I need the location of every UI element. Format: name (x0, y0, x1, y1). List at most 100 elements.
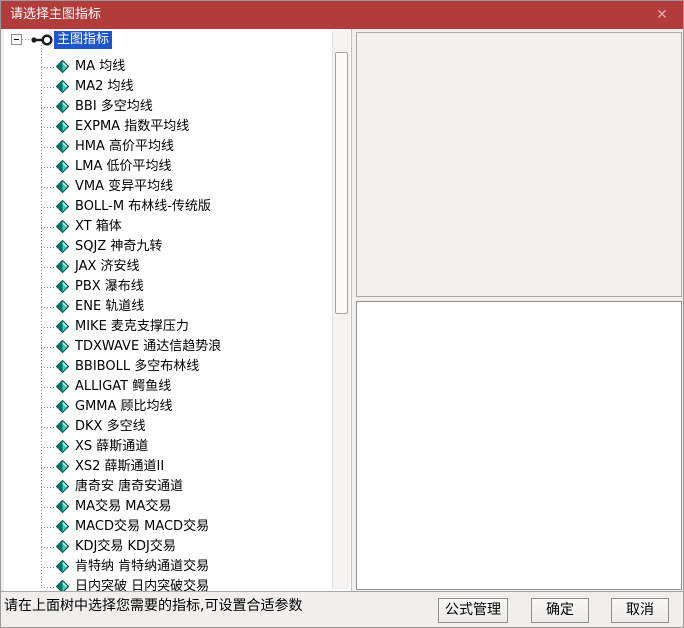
tree-connector-stub (41, 367, 55, 368)
tree-connector-stub (41, 427, 55, 428)
tree-connector-stub (41, 547, 55, 548)
tree-connector-stub (41, 407, 55, 408)
gem-icon (56, 260, 69, 273)
tree-connector-stub (41, 127, 55, 128)
gem-icon (56, 120, 69, 133)
tree-item-label: JAX 济安线 (75, 257, 140, 277)
gem-icon (56, 460, 69, 473)
tree-item[interactable]: SQJZ 神奇九转 (4, 237, 351, 257)
gem-icon (56, 320, 69, 333)
tree-connector-stub (41, 307, 55, 308)
gem-icon (56, 300, 69, 313)
gem-icon (56, 80, 69, 93)
gem-icon (56, 540, 69, 553)
minus-glyph (14, 39, 19, 40)
tree-connector-stub (41, 267, 55, 268)
tree-item-label: MA 均线 (75, 57, 125, 77)
tree-connector-stub (41, 567, 55, 568)
tree-item[interactable]: PBX 瀑布线 (4, 277, 351, 297)
tree-item-label: MA交易 MA交易 (75, 497, 171, 517)
tree-item-label: MA2 均线 (75, 77, 134, 97)
tree-item[interactable]: GMMA 顾比均线 (4, 397, 351, 417)
tree-item-label: LMA 低价平均线 (75, 157, 172, 177)
tree-item[interactable]: MA2 均线 (4, 77, 351, 97)
tree-item[interactable]: LMA 低价平均线 (4, 157, 351, 177)
tree-item-label: 肯特纳 肯特纳通道交易 (75, 557, 209, 577)
tree-connector-stub (41, 247, 55, 248)
close-button[interactable]: ✕ (639, 1, 684, 29)
tree-item[interactable]: BBIBOLL 多空布林线 (4, 357, 351, 377)
gem-icon (56, 200, 69, 213)
status-bar: 请在上面树中选择您需要的指标,可设置合适参数 公式管理 确定 取消 (1, 591, 684, 628)
gem-icon (56, 480, 69, 493)
tree-item[interactable]: BBI 多空均线 (4, 97, 351, 117)
tree-item[interactable]: 唐奇安 唐奇安通道 (4, 477, 351, 497)
tree-item-label: XT 箱体 (75, 217, 122, 237)
tree-item-label: PBX 瀑布线 (75, 277, 144, 297)
tree-scrollbar[interactable] (332, 31, 350, 589)
tree-connector-stub (41, 67, 55, 68)
tree-item-label: MACD交易 MACD交易 (75, 517, 209, 537)
tree-connector-stub (22, 39, 31, 40)
tree-connector-stub (41, 87, 55, 88)
tree-root-row[interactable]: 主图指标 (4, 31, 351, 51)
tree-item-label: ENE 轨道线 (75, 297, 144, 317)
gem-icon (56, 160, 69, 173)
tree-connector-stub (41, 167, 55, 168)
tree-item[interactable]: ALLIGAT 鳄鱼线 (4, 377, 351, 397)
tree-item-label: MIKE 麦克支撑压力 (75, 317, 189, 337)
tree-item[interactable]: DKX 多空线 (4, 417, 351, 437)
tree-item[interactable]: BOLL-M 布林线-传统版 (4, 197, 351, 217)
gem-icon (56, 360, 69, 373)
gem-icon (56, 520, 69, 533)
tree-connector-stub (41, 207, 55, 208)
tree-item[interactable]: XS2 薛斯通道II (4, 457, 351, 477)
dialog-titlebar: 请选择主图指标 ✕ (1, 1, 684, 29)
dialog-title: 请选择主图指标 (10, 1, 101, 29)
tree-connector-stub (41, 467, 55, 468)
gem-icon (56, 340, 69, 353)
gem-icon (56, 60, 69, 73)
gem-icon (56, 500, 69, 513)
close-icon: ✕ (656, 8, 668, 22)
gem-icon (56, 240, 69, 253)
tree-item[interactable]: XS 薛斯通道 (4, 437, 351, 457)
tree-item-label: ALLIGAT 鳄鱼线 (75, 377, 171, 397)
gem-icon (56, 440, 69, 453)
tree-item-label: XS2 薛斯通道II (75, 457, 164, 477)
tree-item[interactable]: MIKE 麦克支撑压力 (4, 317, 351, 337)
gem-icon (56, 220, 69, 233)
tree-item-label: VMA 变异平均线 (75, 177, 173, 197)
tree-item-label: SQJZ 神奇九转 (75, 237, 162, 257)
tree-item[interactable]: 日内突破 日内突破交易 (4, 577, 351, 591)
ok-button[interactable]: 确定 (531, 598, 589, 623)
tree-item[interactable]: HMA 高价平均线 (4, 137, 351, 157)
tree-item-label: GMMA 顾比均线 (75, 397, 173, 417)
tree-item[interactable]: MA 均线 (4, 57, 351, 77)
tree-item[interactable]: ENE 轨道线 (4, 297, 351, 317)
cancel-button[interactable]: 取消 (611, 598, 669, 623)
tree-item-label: BOLL-M 布林线-传统版 (75, 197, 211, 217)
scrollbar-thumb[interactable] (335, 52, 348, 314)
collapse-toggle-icon[interactable] (11, 34, 22, 45)
tree-item[interactable]: 肯特纳 肯特纳通道交易 (4, 557, 351, 577)
status-hint-text: 请在上面树中选择您需要的指标,可设置合适参数 (4, 595, 302, 615)
tree-connector-stub (41, 507, 55, 508)
tree-root-label[interactable]: 主图指标 (54, 31, 112, 49)
indicator-tree[interactable]: 主图指标 MA 均线 MA2 均线 BBI 多空均线 (4, 29, 352, 591)
gem-icon (56, 400, 69, 413)
tree-connector-stub (41, 287, 55, 288)
tree-item[interactable]: KDJ交易 KDJ交易 (4, 537, 351, 557)
tree-item[interactable]: MA交易 MA交易 (4, 497, 351, 517)
tree-item[interactable]: TDXWAVE 通达信趋势浪 (4, 337, 351, 357)
tree-connector-stub (41, 347, 55, 348)
tree-item[interactable]: MACD交易 MACD交易 (4, 517, 351, 537)
gem-icon (56, 140, 69, 153)
tree-item[interactable]: VMA 变异平均线 (4, 177, 351, 197)
tree-item[interactable]: JAX 济安线 (4, 257, 351, 277)
tree-item-label: KDJ交易 KDJ交易 (75, 537, 176, 557)
tree-item-label: BBIBOLL 多空布林线 (75, 357, 199, 377)
formula-manage-button[interactable]: 公式管理 (438, 598, 508, 623)
tree-item[interactable]: EXPMA 指数平均线 (4, 117, 351, 137)
tree-item[interactable]: XT 箱体 (4, 217, 351, 237)
